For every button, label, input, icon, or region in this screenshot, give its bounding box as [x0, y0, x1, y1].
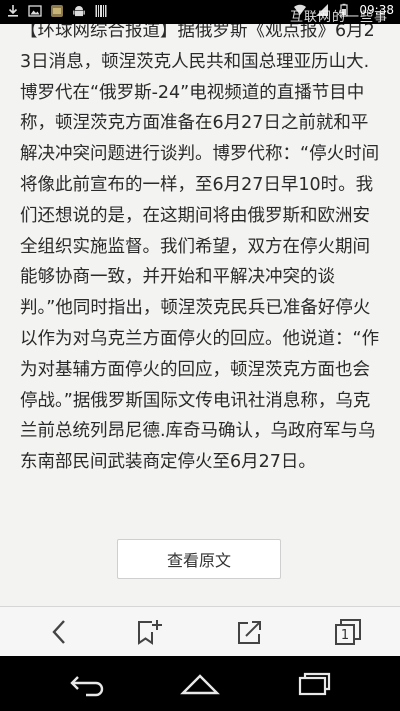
tab-count: 1 [340, 628, 350, 643]
home-nav-icon[interactable] [180, 671, 220, 697]
download-icon [8, 5, 18, 17]
back-icon[interactable] [45, 617, 75, 647]
image-icon [28, 5, 42, 17]
share-icon[interactable] [235, 617, 265, 647]
article-content: 【环球网综合报道】据俄罗斯《观点报》6月23日消息，顿涅茨克人民共和国总理亚历山… [0, 0, 400, 606]
tabs-button[interactable]: 1 [333, 617, 363, 647]
bookmark-add-icon[interactable] [135, 617, 165, 647]
back-nav-icon[interactable] [68, 671, 108, 697]
article-body: 【环球网综合报道】据俄罗斯《观点报》6月23日消息，顿涅茨克人民共和国总理亚历山… [20, 21, 380, 473]
watermark-text: 互联网的一些事 [289, 10, 388, 25]
recent-apps-icon[interactable] [292, 671, 332, 697]
status-bar: 09:38 互联网的一些事 [0, 0, 400, 25]
view-original-button[interactable]: 查看原文 [117, 539, 281, 579]
barcode-icon [95, 5, 107, 17]
browser-toolbar: 1 [0, 606, 400, 656]
system-nav-bar [0, 656, 400, 711]
android-icon [73, 6, 85, 17]
app-icon [51, 5, 63, 17]
